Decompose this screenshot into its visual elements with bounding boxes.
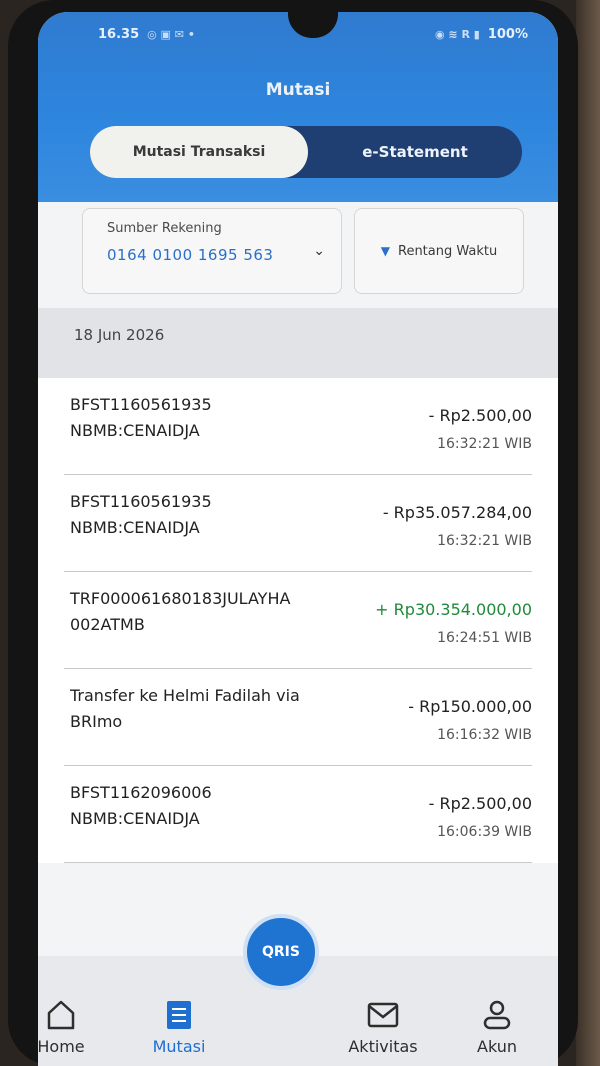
transaction-list: BFST1160561935 NBMB:CENAIDJA - Rp2.500,0… xyxy=(38,378,558,863)
description-line-2: BRImo xyxy=(70,712,123,731)
source-label: Sumber Rekening xyxy=(107,221,222,236)
account-number: 0164 0100 1695 563 xyxy=(107,246,274,264)
description-line-2: NBMB:CENAIDJA xyxy=(70,518,200,537)
transaction-amount: - Rp150.000,00 xyxy=(408,697,532,716)
chevron-down-icon: ⌄ xyxy=(313,243,325,259)
page-title: Mutasi xyxy=(265,80,331,100)
battery-level: 100% xyxy=(487,26,528,42)
screen: 16.35 ◎ ▣ ✉ • ◉ ≋ R ▮ 100% Mutasi Mutasi… xyxy=(38,12,558,1066)
description-line-2: 002ATMB xyxy=(70,615,145,634)
background-surface xyxy=(576,0,600,1066)
transaction-time: 16:32:21 WIB xyxy=(437,436,532,452)
transaction-amount: - Rp35.057.284,00 xyxy=(382,503,532,522)
header: 16.35 ◎ ▣ ✉ • ◉ ≋ R ▮ 100% Mutasi Mutasi… xyxy=(38,12,558,202)
account-source-dropdown[interactable]: Sumber Rekening 0164 0100 1695 563 ⌄ xyxy=(82,208,342,294)
status-bar: 16.35 ◎ ▣ ✉ • ◉ ≋ R ▮ 100% xyxy=(98,24,528,44)
filter-row: Sumber Rekening 0164 0100 1695 563 ⌄ ▼ R… xyxy=(82,208,524,294)
status-time: 16.35 xyxy=(98,26,140,42)
transaction-time: 16:32:21 WIB xyxy=(437,533,532,549)
list-document-icon xyxy=(167,1001,191,1029)
date-range-button[interactable]: ▼ Rentang Waktu xyxy=(354,208,524,294)
transaction-row[interactable]: Transfer ke Helmi Fadilah via BRImo - Rp… xyxy=(64,669,532,766)
transaction-description: BFST1160561935 NBMB:CENAIDJA xyxy=(70,392,360,444)
nav-home-label: Home xyxy=(38,1037,85,1056)
phone-frame: 16.35 ◎ ▣ ✉ • ◉ ≋ R ▮ 100% Mutasi Mutasi… xyxy=(8,0,578,1066)
transaction-time: 16:24:51 WIB xyxy=(437,630,532,646)
transaction-row[interactable]: TRF000061680183JULAYHA 002ATMB + Rp30.35… xyxy=(64,572,532,669)
description-line-1: BFST1162096006 xyxy=(70,783,212,802)
tab-e-statement[interactable]: e-Statement xyxy=(308,126,522,178)
description-line-1: TRF000061680183JULAYHA xyxy=(70,589,291,608)
transaction-description: BFST1160561935 NBMB:CENAIDJA xyxy=(70,489,360,541)
nav-akun-label: Akun xyxy=(477,1037,517,1056)
notification-icons: ◎ ▣ ✉ • xyxy=(147,27,195,41)
description-line-2: NBMB:CENAIDJA xyxy=(70,421,200,440)
qris-scan-button[interactable]: QRIS xyxy=(243,914,319,990)
transaction-row[interactable]: BFST1160561935 NBMB:CENAIDJA - Rp35.057.… xyxy=(64,475,532,572)
date-header: 18 Jun 2026 xyxy=(38,308,558,378)
transaction-row[interactable]: BFST1162096006 NBMB:CENAIDJA - Rp2.500,0… xyxy=(64,766,532,863)
home-icon xyxy=(47,1000,75,1030)
transaction-amount: + Rp30.354.000,00 xyxy=(375,600,532,619)
bottom-navigation: QRIS Home Mutasi Aktivitas Akun xyxy=(38,914,558,1066)
transaction-amount: - Rp2.500,00 xyxy=(428,406,532,425)
user-icon xyxy=(483,1000,511,1030)
description-line-1: BFST1160561935 xyxy=(70,492,212,511)
date-range-label: Rentang Waktu xyxy=(398,243,498,259)
transaction-description: Transfer ke Helmi Fadilah via BRImo xyxy=(70,683,360,735)
tab-mutasi-transaksi[interactable]: Mutasi Transaksi xyxy=(90,126,308,178)
nav-aktivitas[interactable]: Aktivitas xyxy=(338,997,428,1056)
mail-icon xyxy=(367,1002,399,1028)
description-line-1: BFST1160561935 xyxy=(70,395,212,414)
nav-home[interactable]: Home xyxy=(38,997,106,1056)
signal-icons: ◉ ≋ R ▮ xyxy=(435,27,480,41)
description-line-1: Transfer ke Helmi Fadilah via xyxy=(70,686,300,705)
qris-label: QRIS xyxy=(262,944,300,960)
tab-bar: Mutasi Transaksi e-Statement xyxy=(90,126,522,178)
filter-icon: ▼ xyxy=(380,244,390,258)
nav-mutasi-label: Mutasi xyxy=(152,1037,206,1056)
transaction-description: TRF000061680183JULAYHA 002ATMB xyxy=(70,586,360,638)
transaction-row[interactable]: BFST1160561935 NBMB:CENAIDJA - Rp2.500,0… xyxy=(64,378,532,475)
transaction-time: 16:16:32 WIB xyxy=(437,727,532,743)
nav-aktivitas-label: Aktivitas xyxy=(348,1037,418,1056)
nav-akun[interactable]: Akun xyxy=(452,997,542,1056)
transaction-time: 16:06:39 WIB xyxy=(437,824,532,840)
description-line-2: NBMB:CENAIDJA xyxy=(70,809,200,828)
transaction-amount: - Rp2.500,00 xyxy=(428,794,532,813)
nav-mutasi[interactable]: Mutasi xyxy=(134,997,224,1056)
transaction-description: BFST1162096006 NBMB:CENAIDJA xyxy=(70,780,360,832)
